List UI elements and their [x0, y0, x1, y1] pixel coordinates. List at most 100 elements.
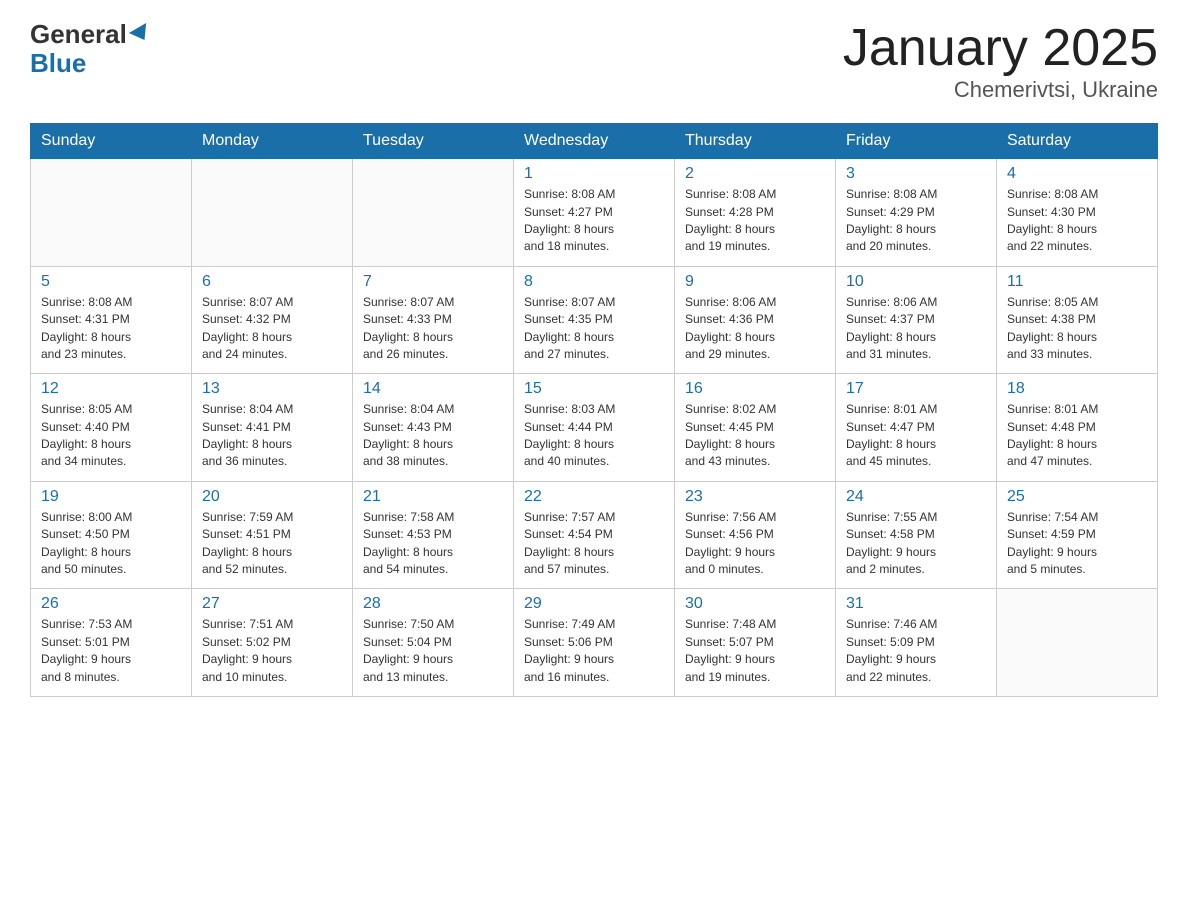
day-info: Sunrise: 8:08 AM Sunset: 4:27 PM Dayligh… [524, 186, 664, 256]
day-number: 30 [685, 595, 825, 613]
day-info: Sunrise: 8:06 AM Sunset: 4:37 PM Dayligh… [846, 294, 986, 364]
day-info: Sunrise: 7:55 AM Sunset: 4:58 PM Dayligh… [846, 509, 986, 579]
calendar-week-row: 26Sunrise: 7:53 AM Sunset: 5:01 PM Dayli… [31, 589, 1158, 697]
day-info: Sunrise: 8:04 AM Sunset: 4:43 PM Dayligh… [363, 401, 503, 471]
calendar-cell: 29 Sunrise: 7:49 AM Sunset: 5:06 PM Dayli… [514, 589, 675, 697]
day-info: Sunrise: 7:48 AM Sunset: 5:07 PM Dayligh… [685, 616, 825, 686]
day-number: 29 [524, 595, 664, 613]
calendar-cell: 4 Sunrise: 8:08 AM Sunset: 4:30 PM Daylig… [997, 159, 1158, 267]
weekday-header-monday: Monday [192, 124, 353, 159]
calendar-cell: 27 Sunrise: 7:51 AM Sunset: 5:02 PM Dayli… [192, 589, 353, 697]
day-info: Sunrise: 8:00 AM Sunset: 4:50 PM Dayligh… [41, 509, 181, 579]
calendar-cell: 14 Sunrise: 8:04 AM Sunset: 4:43 PM Dayli… [353, 374, 514, 482]
day-number: 14 [363, 380, 503, 398]
day-info: Sunrise: 7:46 AM Sunset: 5:09 PM Dayligh… [846, 616, 986, 686]
day-info: Sunrise: 8:07 AM Sunset: 4:32 PM Dayligh… [202, 294, 342, 364]
calendar-cell: 6 Sunrise: 8:07 AM Sunset: 4:32 PM Daylig… [192, 266, 353, 374]
day-number: 18 [1007, 380, 1147, 398]
day-info: Sunrise: 7:58 AM Sunset: 4:53 PM Dayligh… [363, 509, 503, 579]
calendar-week-row: 5Sunrise: 8:08 AM Sunset: 4:31 PM Daylig… [31, 266, 1158, 374]
logo: General Blue [30, 20, 151, 77]
calendar-cell: 19 Sunrise: 8:00 AM Sunset: 4:50 PM Dayli… [31, 481, 192, 589]
calendar-cell: 7Sunrise: 8:07 AM Sunset: 4:33 PM Daylig… [353, 266, 514, 374]
calendar-cell: 10 Sunrise: 8:06 AM Sunset: 4:37 PM Dayli… [836, 266, 997, 374]
calendar-cell: 25 Sunrise: 7:54 AM Sunset: 4:59 PM Dayli… [997, 481, 1158, 589]
calendar-table: SundayMondayTuesdayWednesdayThursdayFrid… [30, 123, 1158, 697]
day-info: Sunrise: 8:05 AM Sunset: 4:38 PM Dayligh… [1007, 294, 1147, 364]
calendar-header-row: SundayMondayTuesdayWednesdayThursdayFrid… [31, 124, 1158, 159]
calendar-cell: 21 Sunrise: 7:58 AM Sunset: 4:53 PM Dayli… [353, 481, 514, 589]
day-info: Sunrise: 8:08 AM Sunset: 4:29 PM Dayligh… [846, 186, 986, 256]
calendar-cell: 18Sunrise: 8:01 AM Sunset: 4:48 PM Dayli… [997, 374, 1158, 482]
calendar-cell: 9Sunrise: 8:06 AM Sunset: 4:36 PM Daylig… [675, 266, 836, 374]
day-number: 16 [685, 380, 825, 398]
calendar-cell: 15 Sunrise: 8:03 AM Sunset: 4:44 PM Dayli… [514, 374, 675, 482]
day-number: 25 [1007, 488, 1147, 506]
day-number: 12 [41, 380, 181, 398]
calendar-cell: 8 Sunrise: 8:07 AM Sunset: 4:35 PM Daylig… [514, 266, 675, 374]
day-info: Sunrise: 8:07 AM Sunset: 4:35 PM Dayligh… [524, 294, 664, 364]
day-number: 28 [363, 595, 503, 613]
day-number: 26 [41, 595, 181, 613]
calendar-cell [192, 159, 353, 267]
day-info: Sunrise: 7:51 AM Sunset: 5:02 PM Dayligh… [202, 616, 342, 686]
calendar-cell: 5Sunrise: 8:08 AM Sunset: 4:31 PM Daylig… [31, 266, 192, 374]
day-info: Sunrise: 8:02 AM Sunset: 4:45 PM Dayligh… [685, 401, 825, 471]
day-number: 24 [846, 488, 986, 506]
weekday-header-thursday: Thursday [675, 124, 836, 159]
logo-blue-text: Blue [30, 49, 86, 78]
calendar-cell: 26Sunrise: 7:53 AM Sunset: 5:01 PM Dayli… [31, 589, 192, 697]
page-header: General Blue January 2025 Chemerivtsi, U… [30, 20, 1158, 103]
weekday-header-friday: Friday [836, 124, 997, 159]
day-number: 31 [846, 595, 986, 613]
calendar-cell: 11Sunrise: 8:05 AM Sunset: 4:38 PM Dayli… [997, 266, 1158, 374]
day-number: 7 [363, 273, 503, 291]
calendar-cell: 28Sunrise: 7:50 AM Sunset: 5:04 PM Dayli… [353, 589, 514, 697]
day-number: 20 [202, 488, 342, 506]
day-number: 23 [685, 488, 825, 506]
day-info: Sunrise: 7:49 AM Sunset: 5:06 PM Dayligh… [524, 616, 664, 686]
calendar-week-row: 19 Sunrise: 8:00 AM Sunset: 4:50 PM Dayli… [31, 481, 1158, 589]
weekday-header-saturday: Saturday [997, 124, 1158, 159]
calendar-cell: 30 Sunrise: 7:48 AM Sunset: 5:07 PM Dayli… [675, 589, 836, 697]
calendar-title: January 2025 [843, 20, 1158, 77]
calendar-cell: 12Sunrise: 8:05 AM Sunset: 4:40 PM Dayli… [31, 374, 192, 482]
day-number: 6 [202, 273, 342, 291]
calendar-cell: 24 Sunrise: 7:55 AM Sunset: 4:58 PM Dayli… [836, 481, 997, 589]
day-info: Sunrise: 7:57 AM Sunset: 4:54 PM Dayligh… [524, 509, 664, 579]
day-number: 8 [524, 273, 664, 291]
day-info: Sunrise: 8:08 AM Sunset: 4:31 PM Dayligh… [41, 294, 181, 364]
calendar-cell: 2Sunrise: 8:08 AM Sunset: 4:28 PM Daylig… [675, 159, 836, 267]
day-number: 4 [1007, 165, 1147, 183]
day-number: 17 [846, 380, 986, 398]
day-number: 19 [41, 488, 181, 506]
calendar-cell [997, 589, 1158, 697]
day-info: Sunrise: 8:03 AM Sunset: 4:44 PM Dayligh… [524, 401, 664, 471]
calendar-cell [31, 159, 192, 267]
day-info: Sunrise: 7:59 AM Sunset: 4:51 PM Dayligh… [202, 509, 342, 579]
day-info: Sunrise: 8:08 AM Sunset: 4:30 PM Dayligh… [1007, 186, 1147, 256]
calendar-week-row: 12Sunrise: 8:05 AM Sunset: 4:40 PM Dayli… [31, 374, 1158, 482]
calendar-cell: 16 Sunrise: 8:02 AM Sunset: 4:45 PM Dayli… [675, 374, 836, 482]
day-info: Sunrise: 7:54 AM Sunset: 4:59 PM Dayligh… [1007, 509, 1147, 579]
calendar-cell: 3 Sunrise: 8:08 AM Sunset: 4:29 PM Daylig… [836, 159, 997, 267]
weekday-header-wednesday: Wednesday [514, 124, 675, 159]
day-number: 13 [202, 380, 342, 398]
day-number: 3 [846, 165, 986, 183]
day-number: 22 [524, 488, 664, 506]
day-number: 21 [363, 488, 503, 506]
day-number: 27 [202, 595, 342, 613]
logo-arrow-icon [129, 23, 153, 45]
calendar-cell: 23 Sunrise: 7:56 AM Sunset: 4:56 PM Dayli… [675, 481, 836, 589]
calendar-week-row: 1Sunrise: 8:08 AM Sunset: 4:27 PM Daylig… [31, 159, 1158, 267]
day-number: 10 [846, 273, 986, 291]
calendar-cell: 22 Sunrise: 7:57 AM Sunset: 4:54 PM Dayli… [514, 481, 675, 589]
day-info: Sunrise: 8:06 AM Sunset: 4:36 PM Dayligh… [685, 294, 825, 364]
calendar-cell: 13Sunrise: 8:04 AM Sunset: 4:41 PM Dayli… [192, 374, 353, 482]
calendar-title-block: January 2025 Chemerivtsi, Ukraine [843, 20, 1158, 103]
day-info: Sunrise: 8:01 AM Sunset: 4:47 PM Dayligh… [846, 401, 986, 471]
calendar-cell: 31 Sunrise: 7:46 AM Sunset: 5:09 PM Dayli… [836, 589, 997, 697]
day-number: 15 [524, 380, 664, 398]
day-info: Sunrise: 7:56 AM Sunset: 4:56 PM Dayligh… [685, 509, 825, 579]
weekday-header-tuesday: Tuesday [353, 124, 514, 159]
